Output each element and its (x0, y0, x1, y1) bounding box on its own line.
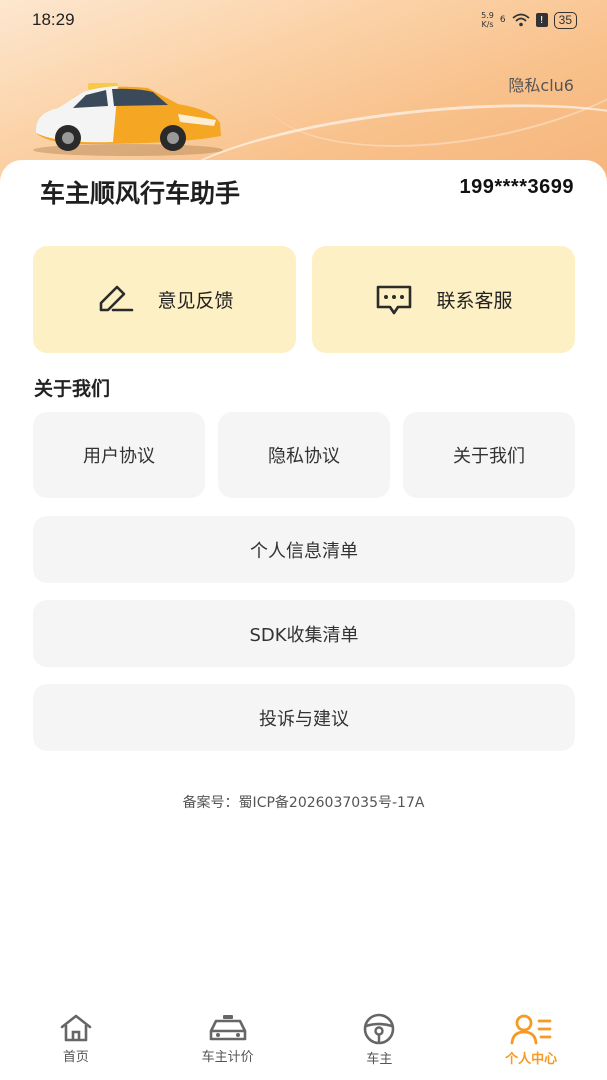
user-icon (510, 1014, 552, 1045)
network-speed-value: 5.9 (481, 11, 494, 20)
status-bar: 18:29 5.9 K/s 6 ! 35 (0, 0, 607, 40)
tab-home[interactable]: 首页 (1, 1005, 151, 1080)
tab-driver-label: 车主 (366, 1052, 393, 1067)
message-icon (377, 285, 412, 314)
tab-driver[interactable]: 车主 (304, 1005, 454, 1080)
contact-support-label: 联系客服 (436, 290, 513, 312)
feedback-button[interactable]: 意见反馈 (33, 246, 296, 353)
tab-profile-label: 个人中心 (505, 1052, 558, 1067)
phone-number: 199****3699 (459, 176, 574, 198)
tab-driver-pricing[interactable]: 车主计价 (153, 1005, 303, 1080)
app-title: 车主顺风行车助手 (40, 179, 241, 208)
about-section-title: 关于我们 (34, 374, 130, 401)
status-indicators: 5.9 K/s 6 ! 35 (481, 11, 577, 29)
edit-icon (100, 285, 134, 311)
car-icon (209, 1015, 246, 1041)
privacy-link[interactable]: 隐私clu6 (508, 72, 574, 96)
battery-level: 35 (558, 13, 572, 27)
profile-card: 车主顺风行车助手 199****3699 意见反馈 联系客服 关于我们 用户协议… (0, 160, 607, 1020)
icp-record: 备案号：蜀ICP备2026037035号-17A (182, 795, 425, 811)
personal-info-list-button[interactable]: 个人信息清单 (33, 516, 575, 583)
network-speed-unit: K/s (481, 20, 494, 29)
tab-profile[interactable]: 个人中心 (456, 1005, 606, 1080)
taxi-car-illustration (33, 83, 223, 156)
status-time: 18:29 (32, 10, 75, 29)
alert-icon: ! (535, 13, 548, 27)
about-us-button[interactable]: 关于我们 (403, 412, 575, 498)
sdk-list-button[interactable]: SDK收集清单 (33, 600, 575, 667)
bottom-tab-bar: 首页 车主计价 车主 个人中心 (0, 1005, 607, 1080)
network-speed: 5.9 K/s (481, 11, 494, 29)
battery-indicator: 35 (553, 11, 577, 29)
about-section-title-text: 关于我们 (34, 378, 111, 400)
signal-label: 6 (499, 15, 506, 25)
steering-wheel-icon (364, 1013, 395, 1045)
user-agreement-button[interactable]: 用户协议 (33, 412, 205, 498)
tab-driver-pricing-label: 车主计价 (201, 1050, 254, 1065)
feedback-label: 意见反馈 (157, 290, 234, 312)
wifi-icon (512, 13, 530, 27)
complaints-button[interactable]: 投诉与建议 (33, 684, 575, 751)
contact-support-button[interactable]: 联系客服 (312, 246, 575, 353)
privacy-agreement-button[interactable]: 隐私协议 (218, 412, 390, 498)
home-icon (60, 1014, 92, 1042)
tab-home-label: 首页 (62, 1050, 89, 1065)
